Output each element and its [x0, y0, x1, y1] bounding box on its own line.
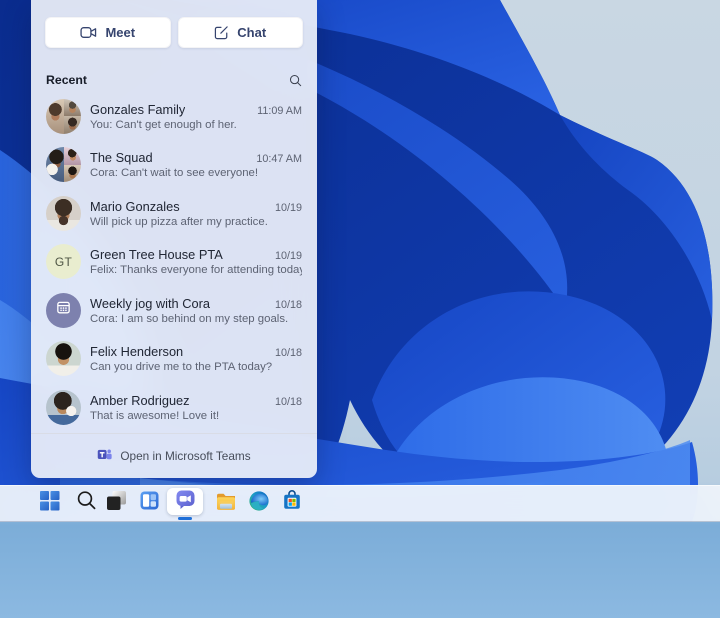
list-item[interactable]: Mario Gonzales 10/19 Will pick up pizza … — [31, 189, 317, 238]
conversation-name: Mario Gonzales — [90, 198, 180, 214]
compose-icon — [214, 25, 229, 40]
search-icon — [76, 490, 97, 516]
conversation-time: 10/19 — [274, 250, 302, 263]
active-app-indicator — [178, 516, 192, 520]
folder-icon — [215, 490, 237, 517]
teams-chat-flyout: Meet Chat Recent Gonzales Family 11:09 A… — [31, 0, 317, 478]
file-explorer-button[interactable] — [214, 491, 238, 515]
task-view-button[interactable] — [104, 491, 128, 515]
avatar — [46, 98, 81, 134]
edge-browser-icon — [248, 490, 270, 517]
conversation-preview: Cora: Can't wait to see everyone! — [90, 167, 259, 180]
chat-button-label: Chat — [237, 25, 267, 40]
conversation-preview: Cora: I am so behind on my step goals. — [90, 312, 289, 325]
conversation-preview: You: Can't get enough of her. — [90, 118, 237, 131]
conversation-name: Felix Henderson — [90, 344, 184, 360]
conversation-time: 10/18 — [274, 395, 302, 408]
conversation-name: Amber Rodriguez — [90, 392, 190, 408]
desktop-screen: Meet Chat Recent Gonzales Family 11:09 A… — [0, 0, 720, 618]
windows-start-icon — [39, 490, 60, 516]
chat-button-active[interactable] — [167, 488, 203, 515]
conversation-name: Gonzales Family — [90, 101, 186, 117]
conversation-preview: Can you drive me to the PTA today? — [90, 361, 273, 374]
avatar-initials: GT — [46, 244, 81, 280]
avatar — [46, 292, 81, 328]
taskbar — [0, 485, 720, 522]
calendar-icon — [55, 299, 72, 321]
conversation-list: Gonzales Family 11:09 AM You: Can't get … — [31, 92, 317, 432]
chat-button[interactable]: Chat — [177, 17, 303, 48]
video-camera-icon — [80, 26, 97, 39]
store-button[interactable] — [280, 489, 304, 517]
avatar — [46, 341, 81, 377]
edge-button[interactable] — [247, 490, 271, 517]
meet-button-label: Meet — [105, 25, 136, 40]
conversation-preview: Will pick up pizza after my practice. — [90, 215, 268, 228]
avatar — [46, 389, 81, 425]
avatar — [46, 195, 81, 231]
open-in-teams-link[interactable]: Open in Microsoft Teams — [31, 433, 317, 478]
recent-label: Recent — [46, 73, 88, 87]
conversation-preview: Felix: Thanks everyone for attending tod… — [90, 264, 302, 277]
task-view-icon — [106, 490, 127, 516]
teams-logo-icon — [97, 447, 112, 465]
conversation-time: 10:47 AM — [256, 153, 302, 166]
search-icon[interactable] — [289, 74, 302, 87]
list-item[interactable]: Weekly jog with Cora 10/18 Cora: I am so… — [31, 286, 317, 335]
widgets-icon — [139, 490, 160, 516]
search-button[interactable] — [74, 491, 98, 515]
conversation-name: Green Tree House PTA — [90, 247, 223, 263]
list-item[interactable]: Amber Rodriguez 10/18 That is awesome! L… — [31, 383, 317, 432]
list-item[interactable]: Felix Henderson 10/18 Can you drive me t… — [31, 335, 317, 384]
conversation-time: 11:09 AM — [257, 104, 302, 117]
conversation-time: 10/18 — [274, 298, 302, 311]
list-item[interactable]: Gonzales Family 11:09 AM You: Can't get … — [31, 92, 317, 141]
conversation-preview: That is awesome! Love it! — [90, 409, 220, 422]
meet-button[interactable]: Meet — [45, 17, 171, 48]
widgets-button[interactable] — [137, 491, 161, 515]
conversation-time: 10/19 — [274, 201, 302, 214]
teams-chat-icon — [174, 488, 197, 516]
start-button[interactable] — [37, 491, 61, 515]
conversation-name: Weekly jog with Cora — [90, 295, 210, 311]
list-item[interactable]: GT Green Tree House PTA 10/19 Felix: Tha… — [31, 238, 317, 287]
avatar — [46, 147, 81, 183]
list-item[interactable]: The Squad 10:47 AM Cora: Can't wait to s… — [31, 141, 317, 190]
open-in-teams-label: Open in Microsoft Teams — [120, 449, 251, 463]
conversation-time: 10/18 — [274, 347, 302, 360]
microsoft-store-icon — [281, 489, 303, 517]
action-buttons: Meet Chat — [45, 17, 303, 48]
recent-header: Recent — [46, 72, 302, 88]
conversation-name: The Squad — [90, 150, 153, 166]
